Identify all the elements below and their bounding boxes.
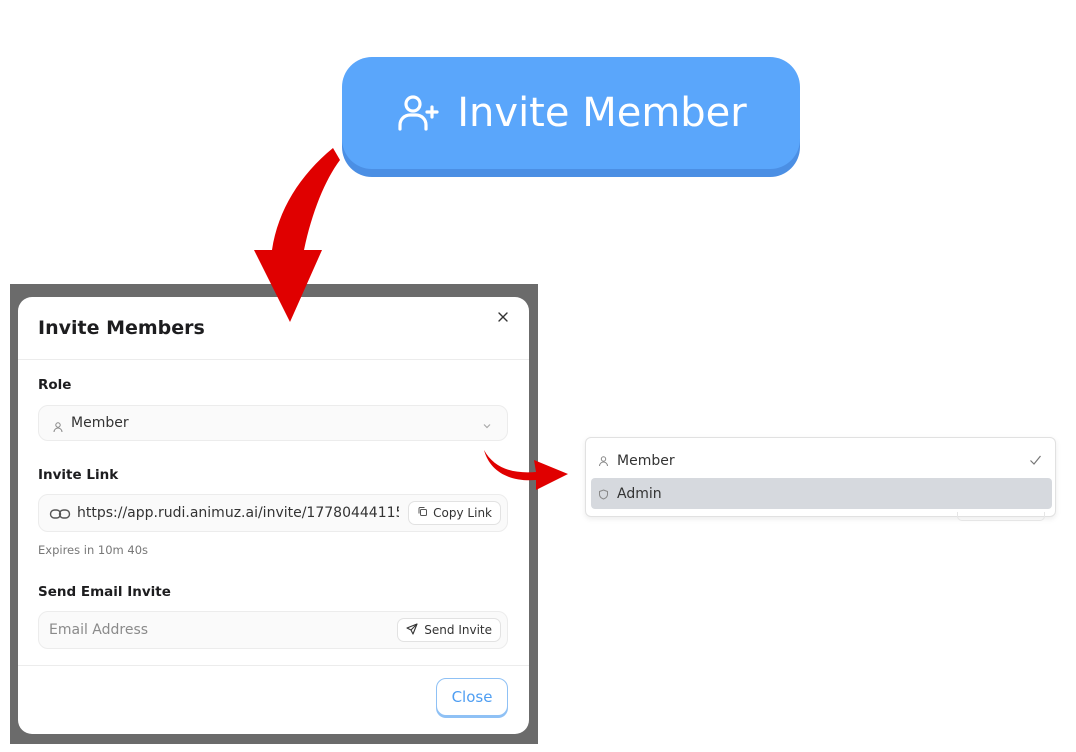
invite-link-label: Invite Link [38,467,119,483]
role-label: Role [38,377,72,393]
shield-icon [598,488,609,500]
underlying-button-edge [957,512,1045,521]
role-value: Member [71,415,129,431]
link-icon [49,506,71,520]
canvas: Invite Member Invite Members Role Member [0,0,1076,752]
invite-member-hero: Invite Member [342,57,800,179]
copy-icon [417,506,428,520]
role-select[interactable]: Member [38,405,508,441]
invite-link-field[interactable]: https://app.rudi.animuz.ai/invite/177804… [38,494,508,532]
email-placeholder: Email Address [49,622,149,638]
footer-divider [18,665,529,666]
role-dropdown-menu: Member Admin [585,437,1056,517]
person-icon [598,455,609,467]
send-invite-button[interactable]: Send Invite [397,618,501,642]
copy-link-button[interactable]: Copy Link [408,501,501,525]
dropdown-option-label: Member [617,452,675,469]
person-icon [53,418,63,433]
dropdown-option-label: Admin [617,485,662,502]
chevron-down-icon [481,417,493,429]
send-icon [406,622,418,638]
check-icon [1029,454,1042,466]
invite-member-button[interactable]: Invite Member [342,57,800,169]
invite-members-modal: Invite Members Role Member Invite Link h… [18,297,529,734]
modal-title: Invite Members [38,317,205,339]
copy-link-label: Copy Link [433,506,492,520]
send-email-invite-label: Send Email Invite [38,584,171,600]
dropdown-option-admin[interactable]: Admin [591,478,1052,509]
email-address-input[interactable]: Email Address Send Invite [38,611,508,649]
close-icon[interactable] [497,311,511,325]
dropdown-option-member[interactable]: Member [591,445,1052,476]
close-button[interactable]: Close [436,678,508,716]
modal-header: Invite Members [18,297,529,360]
invite-link-url: https://app.rudi.animuz.ai/invite/177804… [77,505,399,521]
invite-member-label: Invite Member [457,90,747,136]
expires-text: Expires in 10m 40s [38,543,149,557]
send-invite-label: Send Invite [424,623,492,637]
user-plus-icon [395,89,443,137]
